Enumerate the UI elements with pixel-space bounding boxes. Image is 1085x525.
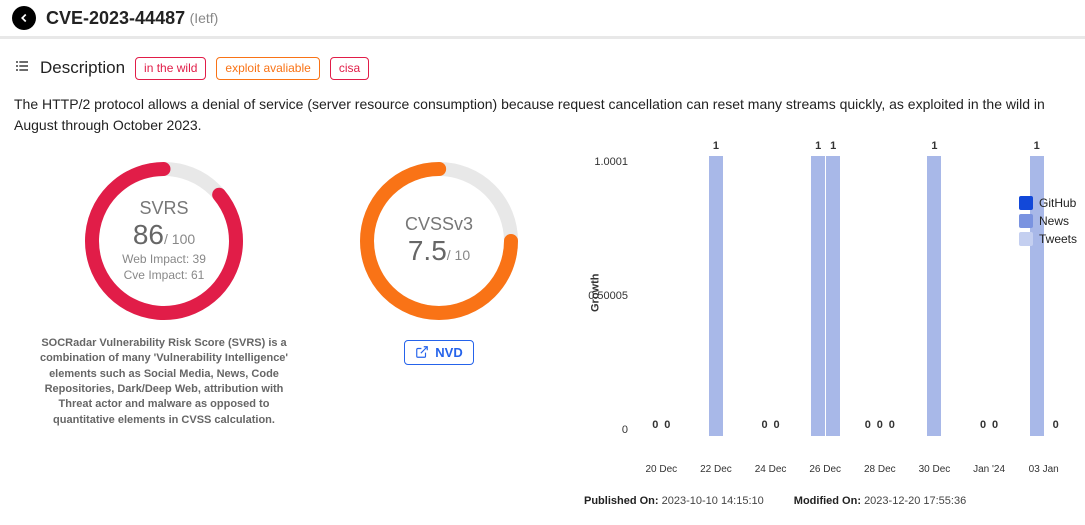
- growth-chart: Growth 1.0001 0.50005 0 001001100010010 …: [564, 156, 1071, 507]
- cvss-score: 7.5: [408, 235, 447, 266]
- cvss-gauge: CVSSv3 7.5/ 10: [354, 156, 524, 326]
- section-header: Description in the wild exploit avaliabl…: [14, 57, 1071, 80]
- meta-row: Published On: 2023-10-10 14:15:10 Modifi…: [584, 495, 1071, 507]
- list-icon: [14, 58, 30, 79]
- svrs-cve-impact: Cve Impact: 61: [124, 267, 205, 284]
- page-header: CVE-2023-44487 (Ietf): [0, 0, 1085, 39]
- plot-area: 001001100010010: [634, 156, 1071, 436]
- chart-bar[interactable]: 1: [709, 156, 723, 436]
- chart-bar[interactable]: 0: [660, 435, 674, 436]
- tag-exploit-available[interactable]: exploit avaliable: [216, 57, 319, 80]
- svrs-label: SVRS: [139, 198, 188, 219]
- chart-legend: GitHub News Tweets: [1019, 196, 1077, 250]
- nvd-label: NVD: [435, 345, 462, 360]
- chart-bar[interactable]: 1: [826, 156, 840, 436]
- x-ticks: 20 Dec22 Dec24 Dec26 Dec28 Dec30 DecJan …: [634, 464, 1071, 475]
- chart-bar[interactable]: 1: [927, 156, 941, 436]
- svrs-gauge-column: SVRS 86/ 100 Web Impact: 39 Cve Impact: …: [14, 156, 314, 428]
- section-title: Description: [40, 58, 125, 78]
- legend-tweets[interactable]: Tweets: [1019, 232, 1077, 246]
- chart-bar[interactable]: 0: [885, 435, 899, 436]
- legend-news[interactable]: News: [1019, 214, 1077, 228]
- description-text: The HTTP/2 protocol allows a denial of s…: [14, 94, 1071, 136]
- tag-in-the-wild[interactable]: in the wild: [135, 57, 206, 80]
- chart-bar[interactable]: 0: [1049, 435, 1063, 436]
- svrs-gauge: SVRS 86/ 100 Web Impact: 39 Cve Impact: …: [79, 156, 249, 326]
- back-button[interactable]: [12, 6, 36, 30]
- legend-github[interactable]: GitHub: [1019, 196, 1077, 210]
- tag-cisa[interactable]: cisa: [330, 57, 369, 80]
- chart-bar[interactable]: 0: [988, 435, 1002, 436]
- svrs-web-impact: Web Impact: 39: [122, 251, 206, 268]
- nvd-button[interactable]: NVD: [404, 340, 473, 365]
- y-axis-label: Growth: [589, 273, 601, 312]
- chart-bar[interactable]: 1: [811, 156, 825, 436]
- svrs-score: 86: [133, 219, 164, 250]
- cve-title: CVE-2023-44487: [46, 8, 185, 29]
- external-link-icon: [415, 345, 429, 359]
- cve-vendor: (Ietf): [190, 10, 219, 26]
- chart-bar[interactable]: 0: [770, 435, 784, 436]
- cvss-gauge-column: CVSSv3 7.5/ 10 NVD: [314, 156, 564, 365]
- cvss-label: CVSSv3: [405, 214, 473, 235]
- svrs-note: SOCRadar Vulnerability Risk Score (SVRS)…: [29, 336, 299, 428]
